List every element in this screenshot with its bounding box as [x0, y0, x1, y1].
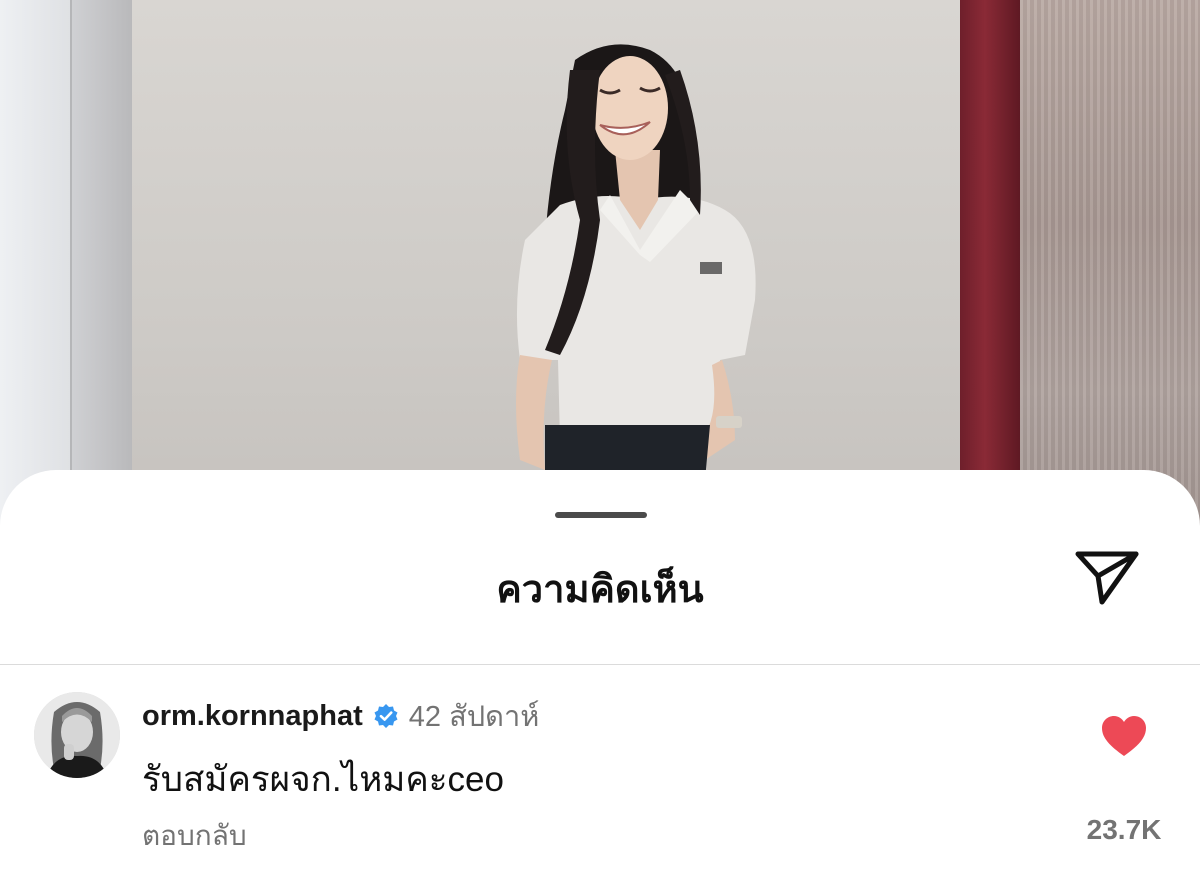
comment-meta: orm.kornnaphat 42 สัปดาห์	[142, 696, 539, 736]
avatar-image	[34, 692, 120, 778]
avatar[interactable]	[34, 692, 120, 778]
comment-text: รับสมัครผจก.ไหมคะceo	[142, 760, 504, 799]
comment-username[interactable]: orm.kornnaphat	[142, 700, 363, 733]
sheet-drag-handle[interactable]	[555, 512, 647, 518]
sheet-divider	[0, 664, 1200, 665]
share-button[interactable]	[1072, 544, 1144, 610]
instagram-comments-screen: ความคิดเห็น orm.kornnaphat 42 สัปดาห์ รั…	[0, 0, 1200, 876]
comment-timestamp: 42 สัปดาห์	[408, 701, 540, 733]
comment-item: orm.kornnaphat 42 สัปดาห์ รับสมัครผจก.ไห…	[0, 666, 1200, 876]
heart-filled-icon	[1102, 716, 1146, 756]
like-count: 23.7K	[1086, 814, 1162, 845]
reply-button[interactable]: ตอบกลับ	[142, 814, 247, 858]
verified-badge-icon	[373, 703, 399, 729]
sheet-title: ความคิดเห็น	[496, 569, 704, 611]
like-button[interactable]	[1100, 714, 1148, 758]
paper-plane-icon	[1075, 551, 1139, 605]
comments-sheet: ความคิดเห็น orm.kornnaphat 42 สัปดาห์ รั…	[0, 470, 1200, 876]
